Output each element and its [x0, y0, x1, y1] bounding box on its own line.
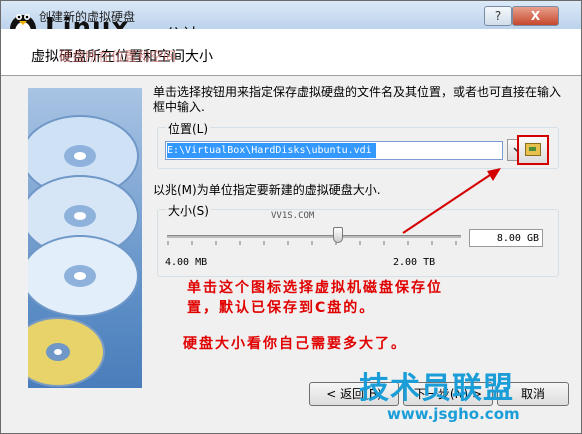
bottom-watermark: 技术员联盟 — [359, 371, 514, 406]
bottom-watermark-url: www.jsgho.com — [387, 405, 520, 423]
dialog-window: 创建新的虚拟硬盘 ? X Linux 公社 虚拟硬盘所在位置和空间大小 硬盘所在… — [0, 0, 582, 434]
